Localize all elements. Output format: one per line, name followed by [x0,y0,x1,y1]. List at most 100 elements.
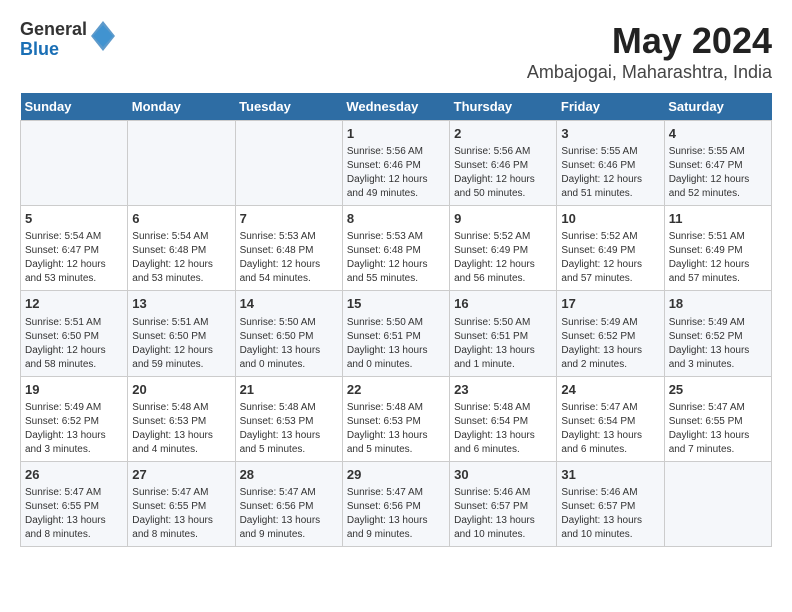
day-number: 6 [132,210,230,228]
logo-blue: Blue [20,40,87,60]
header-sunday: Sunday [21,93,128,121]
day-info: Sunrise: 5:48 AM Sunset: 6:54 PM Dayligh… [454,401,552,457]
day-info: Sunrise: 5:47 AM Sunset: 6:56 PM Dayligh… [240,486,338,542]
day-info: Sunrise: 5:55 AM Sunset: 6:47 PM Dayligh… [669,145,767,201]
week-row-3: 12 Sunrise: 5:51 AM Sunset: 6:50 PM Dayli… [21,291,772,376]
day-info: Sunrise: 5:48 AM Sunset: 6:53 PM Dayligh… [132,401,230,457]
header-thursday: Thursday [450,93,557,121]
page-header: General Blue May 2024 Ambajogai, Maharas… [20,20,772,83]
week-row-2: 5 Sunrise: 5:54 AM Sunset: 6:47 PM Daylig… [21,206,772,291]
day-number: 21 [240,381,338,399]
day-info: Sunrise: 5:47 AM Sunset: 6:54 PM Dayligh… [561,401,659,457]
day-cell: 9 Sunrise: 5:52 AM Sunset: 6:49 PM Daylig… [450,206,557,291]
sub-title: Ambajogai, Maharashtra, India [527,62,772,83]
day-number: 14 [240,295,338,313]
day-number: 23 [454,381,552,399]
day-number: 28 [240,466,338,484]
day-info: Sunrise: 5:51 AM Sunset: 6:49 PM Dayligh… [669,230,767,286]
day-cell: 2Sunrise: 5:56 AM Sunset: 6:46 PM Daylig… [450,121,557,206]
day-number: 12 [25,295,123,313]
day-info: Sunrise: 5:54 AM Sunset: 6:47 PM Dayligh… [25,230,123,286]
header-friday: Friday [557,93,664,121]
day-cell: 20 Sunrise: 5:48 AM Sunset: 6:53 PM Dayli… [128,376,235,461]
day-info: Sunrise: 5:47 AM Sunset: 6:55 PM Dayligh… [132,486,230,542]
day-number: 8 [347,210,445,228]
day-info: Sunrise: 5:50 AM Sunset: 6:50 PM Dayligh… [240,316,338,372]
day-number: 22 [347,381,445,399]
day-info: Sunrise: 5:46 AM Sunset: 6:57 PM Dayligh… [454,486,552,542]
day-cell [128,121,235,206]
day-number: 2 [454,125,552,143]
day-info: Sunrise: 5:49 AM Sunset: 6:52 PM Dayligh… [561,316,659,372]
day-cell: 28 Sunrise: 5:47 AM Sunset: 6:56 PM Dayli… [235,461,342,546]
day-info: Sunrise: 5:51 AM Sunset: 6:50 PM Dayligh… [25,316,123,372]
day-cell: 11 Sunrise: 5:51 AM Sunset: 6:49 PM Dayli… [664,206,771,291]
day-number: 1 [347,125,445,143]
day-cell: 1 Sunrise: 5:56 AM Sunset: 6:46 PM Daylig… [342,121,449,206]
day-number: 19 [25,381,123,399]
day-cell [664,461,771,546]
day-number: 13 [132,295,230,313]
day-info: Sunrise: 5:49 AM Sunset: 6:52 PM Dayligh… [25,401,123,457]
day-info: Sunrise: 5:48 AM Sunset: 6:53 PM Dayligh… [347,401,445,457]
day-number: 5 [25,210,123,228]
week-row-4: 19 Sunrise: 5:49 AM Sunset: 6:52 PM Dayli… [21,376,772,461]
day-number: 4 [669,125,767,143]
day-cell: 31 Sunrise: 5:46 AM Sunset: 6:57 PM Dayli… [557,461,664,546]
day-cell: 27Sunrise: 5:47 AM Sunset: 6:55 PM Dayli… [128,461,235,546]
day-cell: 5 Sunrise: 5:54 AM Sunset: 6:47 PM Daylig… [21,206,128,291]
header-row: SundayMondayTuesdayWednesdayThursdayFrid… [21,93,772,121]
day-cell: 23 Sunrise: 5:48 AM Sunset: 6:54 PM Dayli… [450,376,557,461]
day-info: Sunrise: 5:54 AM Sunset: 6:48 PM Dayligh… [132,230,230,286]
day-cell: 26Sunrise: 5:47 AM Sunset: 6:55 PM Dayli… [21,461,128,546]
header-wednesday: Wednesday [342,93,449,121]
day-cell: 14 Sunrise: 5:50 AM Sunset: 6:50 PM Dayli… [235,291,342,376]
day-cell: 7Sunrise: 5:53 AM Sunset: 6:48 PM Daylig… [235,206,342,291]
day-info: Sunrise: 5:56 AM Sunset: 6:46 PM Dayligh… [347,145,445,201]
logo: General Blue [20,20,115,60]
day-cell: 18 Sunrise: 5:49 AM Sunset: 6:52 PM Dayli… [664,291,771,376]
day-number: 24 [561,381,659,399]
day-number: 30 [454,466,552,484]
day-info: Sunrise: 5:50 AM Sunset: 6:51 PM Dayligh… [454,316,552,372]
day-info: Sunrise: 5:46 AM Sunset: 6:57 PM Dayligh… [561,486,659,542]
day-info: Sunrise: 5:55 AM Sunset: 6:46 PM Dayligh… [561,145,659,201]
day-cell: 22 Sunrise: 5:48 AM Sunset: 6:53 PM Dayli… [342,376,449,461]
day-number: 11 [669,210,767,228]
day-cell: 15Sunrise: 5:50 AM Sunset: 6:51 PM Dayli… [342,291,449,376]
header-saturday: Saturday [664,93,771,121]
logo-text: General Blue [20,20,87,60]
week-row-1: 1 Sunrise: 5:56 AM Sunset: 6:46 PM Daylig… [21,121,772,206]
day-info: Sunrise: 5:48 AM Sunset: 6:53 PM Dayligh… [240,401,338,457]
day-number: 29 [347,466,445,484]
logo-general: General [20,20,87,40]
logo-icon [91,21,115,56]
day-cell: 13 Sunrise: 5:51 AM Sunset: 6:50 PM Dayli… [128,291,235,376]
day-info: Sunrise: 5:52 AM Sunset: 6:49 PM Dayligh… [454,230,552,286]
day-number: 20 [132,381,230,399]
day-number: 3 [561,125,659,143]
day-info: Sunrise: 5:47 AM Sunset: 6:56 PM Dayligh… [347,486,445,542]
day-info: Sunrise: 5:50 AM Sunset: 6:51 PM Dayligh… [347,316,445,372]
day-cell: 29 Sunrise: 5:47 AM Sunset: 6:56 PM Dayli… [342,461,449,546]
day-cell: 17 Sunrise: 5:49 AM Sunset: 6:52 PM Dayli… [557,291,664,376]
day-info: Sunrise: 5:51 AM Sunset: 6:50 PM Dayligh… [132,316,230,372]
day-info: Sunrise: 5:53 AM Sunset: 6:48 PM Dayligh… [347,230,445,286]
week-row-5: 26Sunrise: 5:47 AM Sunset: 6:55 PM Dayli… [21,461,772,546]
day-number: 18 [669,295,767,313]
day-number: 25 [669,381,767,399]
day-info: Sunrise: 5:47 AM Sunset: 6:55 PM Dayligh… [25,486,123,542]
day-number: 17 [561,295,659,313]
day-cell: 10Sunrise: 5:52 AM Sunset: 6:49 PM Dayli… [557,206,664,291]
day-cell: 30 Sunrise: 5:46 AM Sunset: 6:57 PM Dayli… [450,461,557,546]
day-cell: 25Sunrise: 5:47 AM Sunset: 6:55 PM Dayli… [664,376,771,461]
main-title: May 2024 [527,20,772,62]
day-info: Sunrise: 5:49 AM Sunset: 6:52 PM Dayligh… [669,316,767,372]
day-number: 16 [454,295,552,313]
day-cell: 19 Sunrise: 5:49 AM Sunset: 6:52 PM Dayli… [21,376,128,461]
day-cell: 21 Sunrise: 5:48 AM Sunset: 6:53 PM Dayli… [235,376,342,461]
day-number: 31 [561,466,659,484]
day-number: 9 [454,210,552,228]
day-cell: 6 Sunrise: 5:54 AM Sunset: 6:48 PM Daylig… [128,206,235,291]
calendar-table: SundayMondayTuesdayWednesdayThursdayFrid… [20,93,772,547]
